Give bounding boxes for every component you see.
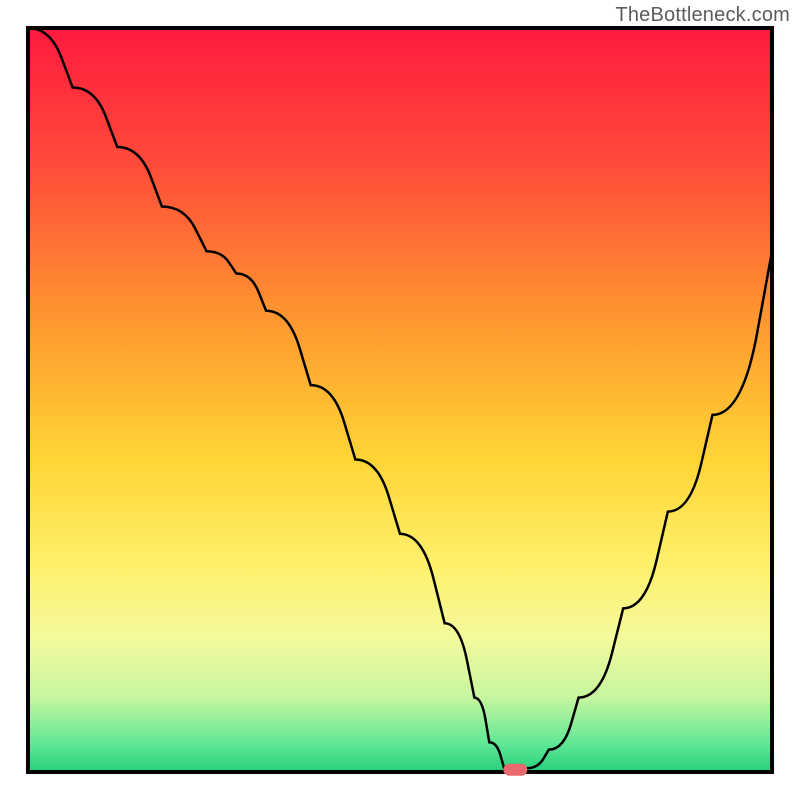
gradient-background	[28, 28, 772, 772]
watermark-label: TheBottleneck.com	[615, 4, 790, 27]
bottleneck-chart: TheBottleneck.com	[0, 0, 800, 800]
plot-svg	[0, 0, 800, 800]
optimal-marker	[503, 764, 527, 776]
